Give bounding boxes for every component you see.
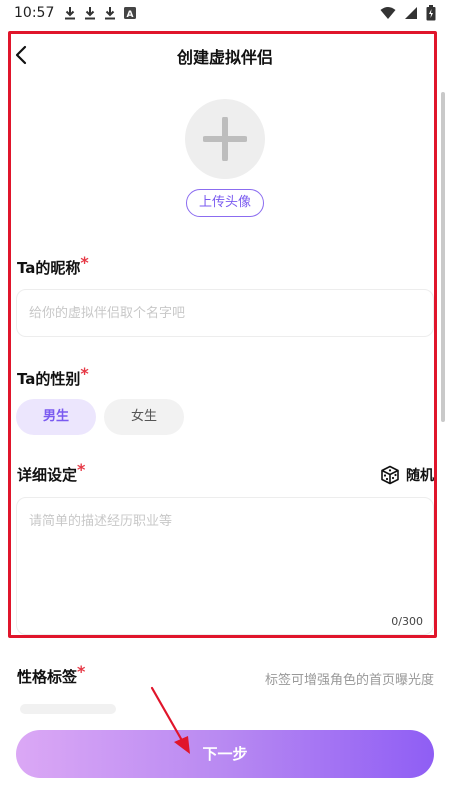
plus-icon [203,117,247,161]
gender-male-button[interactable]: 男生 [16,399,96,435]
download-icon [65,7,76,20]
notification-icons: A [64,6,137,20]
tag-chip-placeholder[interactable] [20,704,116,714]
app-a-icon: A [124,7,137,19]
tags-label: 性格标签* [17,662,85,687]
next-step-button[interactable]: 下一步 [16,730,434,778]
details-label-text: 详细设定 [17,466,78,484]
details-textarea[interactable] [17,498,433,608]
required-mark: * [80,253,89,272]
header: 创建虚拟伴侣 [0,38,450,72]
scrollbar-thumb[interactable] [441,92,445,422]
status-time: 10:57 [14,5,55,21]
gender-female-button[interactable]: 女生 [104,399,184,435]
required-mark: * [77,662,86,681]
system-icons [380,5,436,21]
avatar-placeholder[interactable] [185,99,265,179]
nickname-input[interactable] [16,289,434,337]
random-button[interactable]: 随机 [380,464,434,486]
dice-icon [381,465,399,485]
tags-label-text: 性格标签 [17,668,78,686]
battery-icon [426,5,436,21]
download-icon [105,7,116,20]
gender-label: Ta的性别* [17,364,89,389]
required-mark: * [77,460,86,479]
signal-icon [405,7,417,19]
upload-avatar-button[interactable]: 上传头像 [186,189,264,217]
page-title: 创建虚拟伴侣 [176,48,273,67]
character-count: 0/300 [391,615,423,628]
wifi-icon [380,7,396,19]
nickname-label-text: Ta的昵称 [17,259,81,277]
details-box: 0/300 [16,497,434,635]
random-label: 随机 [406,468,434,484]
download-icon [85,7,96,20]
tags-hint: 标签可增强角色的首页曝光度 [264,673,434,688]
details-label: 详细设定* [17,460,85,485]
required-mark: * [80,364,89,383]
gender-label-text: Ta的性别 [17,370,81,388]
nickname-label: Ta的昵称* [17,253,89,278]
app-a-letter: A [127,10,134,19]
status-bar: 10:57 A [0,0,450,26]
